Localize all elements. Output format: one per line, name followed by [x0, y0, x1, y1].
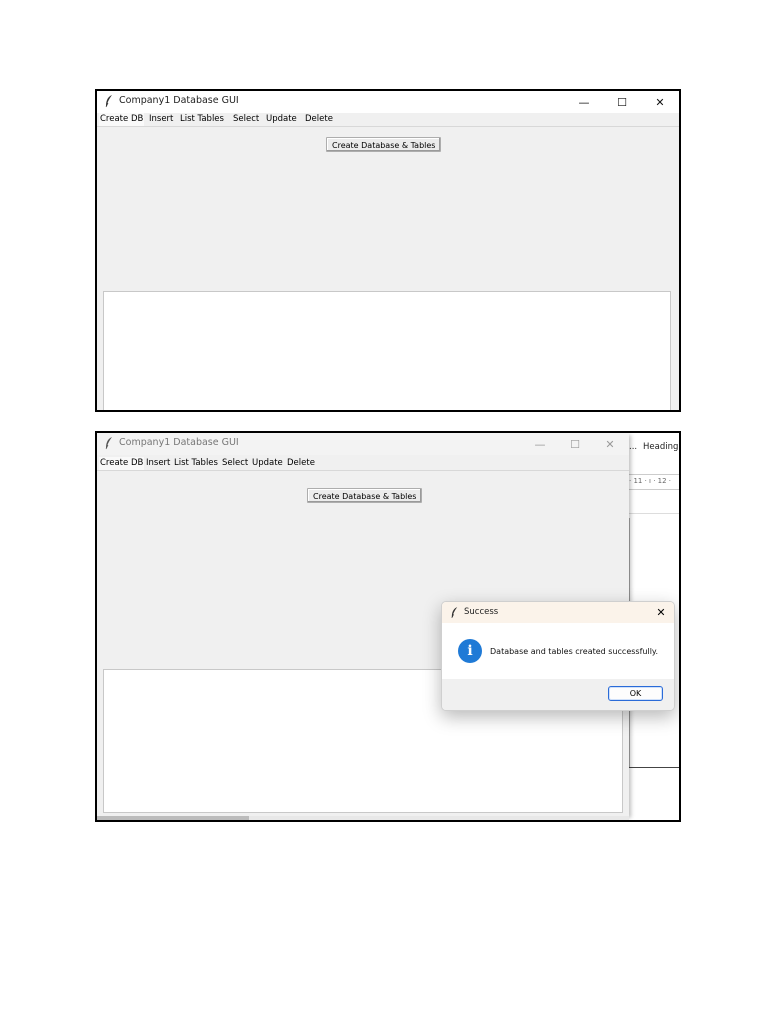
tab-insert[interactable]: Insert — [148, 113, 174, 126]
dialog-footer: OK — [442, 679, 674, 710]
tab-bar: Create DB Insert List Tables Select Upda… — [97, 457, 629, 471]
background-divider — [629, 474, 679, 475]
maximize-icon: ☐ — [617, 95, 627, 109]
minimize-icon: — — [578, 95, 590, 109]
tab-create-db[interactable]: Create DB — [99, 113, 145, 126]
screenshot-before: Company1 Database GUI — ☐ ✕ Create DB In… — [95, 89, 681, 412]
window-titlebar: Company1 Database GUI — ☐ ✕ — [97, 433, 629, 455]
background-partial-text: ... — [629, 431, 640, 436]
heading-style-label: Heading — [643, 442, 679, 452]
window-title: Company1 Database GUI — [119, 437, 239, 448]
background-ruler: · 11 · ı · 12 · — [629, 477, 672, 485]
tab-list-tables[interactable]: List Tables — [179, 113, 225, 126]
tk-feather-icon — [105, 95, 112, 108]
close-button[interactable]: ✕ — [641, 91, 679, 113]
background-divider — [629, 489, 679, 490]
info-icon: i — [458, 639, 482, 663]
tab-update[interactable]: Update — [265, 113, 298, 126]
output-text-area[interactable] — [103, 291, 671, 410]
tk-feather-icon — [105, 437, 112, 450]
close-button[interactable]: ✕ — [591, 433, 629, 455]
tab-create-db[interactable]: Create DB — [99, 457, 145, 470]
close-icon: ✕ — [656, 606, 666, 619]
close-icon: ✕ — [655, 95, 665, 109]
screenshot-after: ... ... Heading · 11 · ı · 12 · Company1… — [95, 431, 681, 822]
window-title: Company1 Database GUI — [119, 95, 239, 106]
tab-insert[interactable]: Insert — [145, 457, 171, 470]
tab-update[interactable]: Update — [251, 457, 284, 470]
tab-delete[interactable]: Delete — [304, 113, 334, 126]
minimize-icon: — — [534, 437, 546, 451]
create-database-button[interactable]: Create Database & Tables — [326, 137, 442, 152]
background-divider — [629, 513, 679, 514]
minimize-button[interactable]: — — [521, 433, 559, 455]
tab-select[interactable]: Select — [221, 457, 249, 470]
tab-delete[interactable]: Delete — [286, 457, 316, 470]
background-divider — [629, 767, 679, 768]
ok-button[interactable]: OK — [608, 686, 663, 701]
background-ellipsis: ... — [629, 442, 638, 452]
scrollbar-thumb[interactable] — [97, 816, 249, 820]
window-titlebar: Company1 Database GUI — ☐ ✕ — [97, 91, 679, 113]
maximize-button[interactable]: ☐ — [603, 91, 641, 113]
tab-select[interactable]: Select — [232, 113, 260, 126]
dialog-titlebar: Success ✕ — [442, 602, 674, 623]
dialog-close-button[interactable]: ✕ — [652, 602, 670, 623]
dialog-message: Database and tables created successfully… — [490, 647, 659, 656]
dialog-body: i Database and tables created successful… — [442, 623, 674, 679]
dialog-title: Success — [464, 607, 499, 617]
maximize-button[interactable]: ☐ — [556, 433, 594, 455]
horizontal-scrollbar[interactable] — [97, 816, 629, 820]
tab-list-tables[interactable]: List Tables — [173, 457, 219, 470]
success-dialog: Success ✕ i Database and tables created … — [441, 601, 675, 711]
tab-bar: Create DB Insert List Tables Select Upda… — [97, 113, 679, 127]
minimize-button[interactable]: — — [565, 91, 603, 113]
create-database-button[interactable]: Create Database & Tables — [307, 488, 423, 503]
close-icon: ✕ — [605, 437, 615, 451]
tk-feather-icon — [451, 607, 458, 619]
maximize-icon: ☐ — [570, 437, 580, 451]
